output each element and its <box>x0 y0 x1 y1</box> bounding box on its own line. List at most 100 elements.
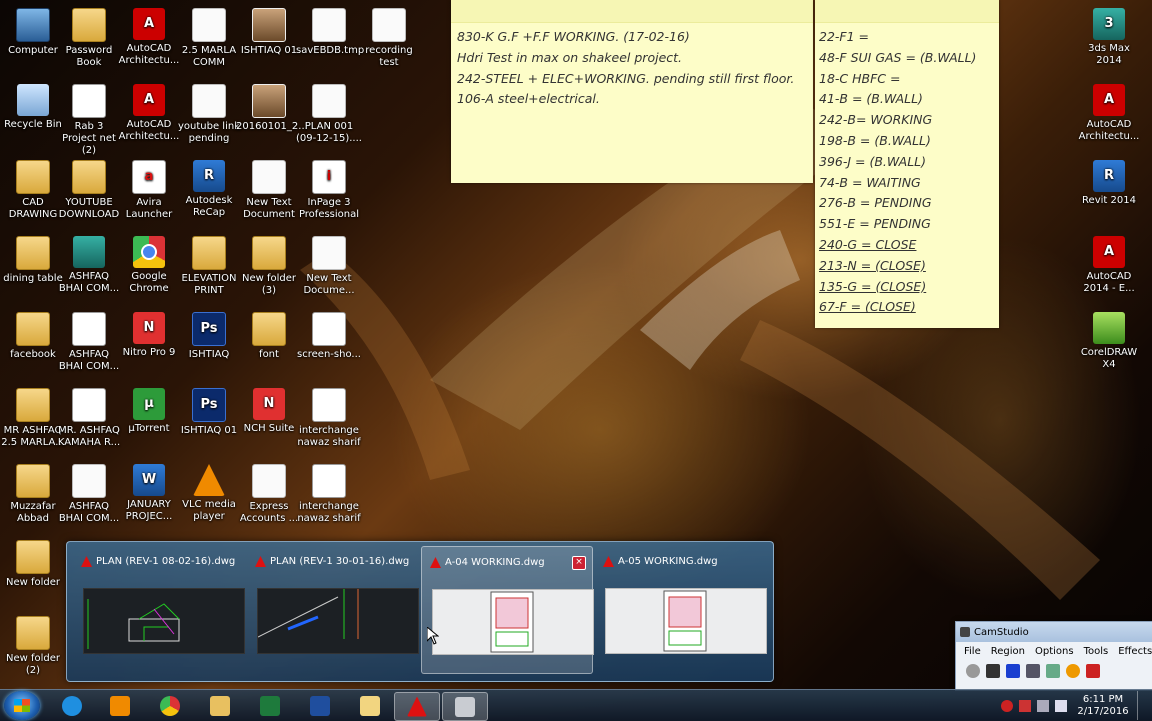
desktop-icon-20160101[interactable]: 20160101_2... <box>236 84 308 133</box>
stop-icon[interactable] <box>1006 664 1020 678</box>
taskbar-media-player[interactable] <box>98 692 142 719</box>
drawing-preview <box>432 589 594 655</box>
thumbnail-plan-rev1-30[interactable]: PLAN (REV-1 30-01-16).dwg <box>247 546 419 672</box>
desktop-icon-ashfaq-1[interactable]: ASHFAQ BHAI COM... <box>56 236 122 295</box>
autocad-icon <box>407 696 427 717</box>
clock[interactable]: 6:11 PM 2/17/2016 <box>1073 694 1133 718</box>
desktop-icon-ishtiaq-01[interactable]: ISHTIAQ 01 <box>236 8 302 57</box>
folder-icon <box>16 312 50 346</box>
sticky-note-left[interactable]: 830-K G.F +F.F WORKING. (17-02-16) Hdri … <box>451 0 813 183</box>
desktop-icon-autocad-arch-right[interactable]: A AutoCAD Architectu... <box>1076 84 1142 143</box>
thumbnail-a04-working[interactable]: A-04 WORKING.dwg × <box>421 546 594 674</box>
desktop-icon-plan-001[interactable]: PLAN 001 (09-12-15).... <box>296 84 362 145</box>
desktop-icon-nitro[interactable]: N Nitro Pro 9 <box>116 312 182 359</box>
inpage-icon: i <box>312 160 346 194</box>
region-icon[interactable] <box>1026 664 1040 678</box>
menu-tools[interactable]: Tools <box>1084 646 1109 657</box>
sticky-note-body[interactable]: 830-K G.F +F.F WORKING. (17-02-16) Hdri … <box>451 23 813 114</box>
desktop-icon-nch-suite[interactable]: N NCH Suite <box>236 388 302 435</box>
taskbar-word[interactable] <box>298 692 342 719</box>
menu-options[interactable]: Options <box>1035 646 1074 657</box>
network-icon[interactable] <box>1037 699 1049 712</box>
autocad-icon <box>255 556 266 567</box>
taskbar-autocad[interactable] <box>394 692 440 721</box>
desktop-icon-ashfaq-3[interactable]: ASHFAQ BHAI COM... <box>56 464 122 525</box>
desktop-icon-revit[interactable]: R Revit 2014 <box>1076 160 1142 207</box>
taskbar-internet-explorer[interactable] <box>50 692 94 719</box>
desktop-icon-new-folder[interactable]: New folder <box>0 540 66 589</box>
start-button[interactable] <box>4 691 40 720</box>
sticky-note-right[interactable]: 22-F1 = 48-F SUI GAS = (B.WALL) 18-C HBF… <box>815 0 999 328</box>
desktop-icon-express-accounts[interactable]: Express Accounts ... <box>236 464 302 525</box>
desktop-icon-elevation-print[interactable]: ELEVATION PRINT <box>176 236 242 297</box>
desktop-icon-january[interactable]: W JANUARY PROJEC... <box>116 464 182 523</box>
accounts-icon <box>252 464 286 498</box>
image-file-icon <box>312 312 346 346</box>
desktop-icon-utorrent[interactable]: µ µTorrent <box>116 388 182 435</box>
record-icon[interactable] <box>966 664 980 678</box>
desktop-icon-password-book[interactable]: Password Book <box>56 8 122 69</box>
desktop-icon-new-folder-2[interactable]: New folder (2) <box>0 616 66 677</box>
taskbar-camstudio[interactable] <box>442 692 488 721</box>
menu-file[interactable]: File <box>964 646 981 657</box>
desktop-icon-youtube-download[interactable]: YOUTUBE DOWNLOAD <box>56 160 122 221</box>
desktop-icon-font[interactable]: font <box>236 312 302 361</box>
sticky-note-body[interactable]: 22-F1 = 48-F SUI GAS = (B.WALL) 18-C HBF… <box>815 23 999 322</box>
folder-icon <box>16 540 50 574</box>
desktop-icon-new-text-doc[interactable]: New Text Document <box>236 160 302 221</box>
volume-icon[interactable] <box>1055 699 1067 712</box>
taskbar-folder[interactable] <box>348 692 392 719</box>
thumbnail-plan-rev1-08[interactable]: PLAN (REV-1 08-02-16).dwg <box>73 546 245 672</box>
desktop-icon-interchange-2[interactable]: interchange nawaz sharif <box>296 464 362 525</box>
desktop-icon-recap[interactable]: R Autodesk ReCap <box>176 160 242 219</box>
nitro-icon: N <box>133 312 165 344</box>
desktop-icon-mr-ashfaq-kamahar[interactable]: MR. ASHFAQ KAMAHA R... <box>56 388 122 449</box>
desktop-icon-ishtiaq-01-ps[interactable]: Ps ISHTIAQ 01 <box>176 388 242 437</box>
desktop-icon-ashfaq-2[interactable]: ASHFAQ BHAI COM... <box>56 312 122 373</box>
menu-region[interactable]: Region <box>991 646 1025 657</box>
tray-app-icon[interactable] <box>1019 699 1031 712</box>
taskbar-excel[interactable] <box>248 692 292 719</box>
desktop-icon-new-folder-3[interactable]: New folder (3) <box>236 236 302 297</box>
camstudio-titlebar[interactable]: CamStudio <box>956 622 1152 642</box>
camstudio-window[interactable]: CamStudio File Region Options Tools Effe… <box>955 621 1152 691</box>
camstudio-icon <box>455 696 475 717</box>
desktop-icon-rab3[interactable]: Rab 3 Project net (2) <box>56 84 122 157</box>
desktop-icon-recording-test[interactable]: recording test <box>356 8 422 69</box>
desktop-icon-youtube-link[interactable]: youtube link pending <box>176 84 242 145</box>
desktop-icon-inpage[interactable]: i InPage 3 Professional <box>296 160 362 221</box>
desktop-icon-chrome[interactable]: Google Chrome <box>116 236 182 295</box>
computer-icon <box>16 8 50 42</box>
desktop-icon-autocad-arch-1[interactable]: A AutoCAD Architectu... <box>116 8 182 67</box>
annotate-icon[interactable] <box>1086 664 1100 678</box>
autocad-icon: A <box>1093 84 1125 116</box>
desktop-icon-savebdb[interactable]: savEBDB.tmp <box>296 8 364 57</box>
desktop-icon-new-text-doc-2[interactable]: New Text Docume... <box>296 236 362 297</box>
sticky-note-titlebar[interactable] <box>815 0 999 23</box>
desktop-icon-vlc[interactable]: VLC media player <box>176 464 242 523</box>
desktop-icon-avira[interactable]: a Avira Launcher <box>116 160 182 221</box>
show-desktop-button[interactable] <box>1137 691 1148 720</box>
taskbar-file-explorer[interactable] <box>198 692 242 719</box>
desktop-icon-3ds-max[interactable]: 3 3ds Max 2014 <box>1076 8 1142 67</box>
pause-icon[interactable] <box>986 664 1000 678</box>
desktop-icon-interchange-1[interactable]: interchange nawaz sharif <box>296 388 362 449</box>
folder-icon <box>360 695 380 716</box>
autocad-icon <box>603 556 614 567</box>
desktop-icon-autocad-2014[interactable]: A AutoCAD 2014 - E... <box>1076 236 1142 295</box>
settings-icon[interactable] <box>1066 664 1080 678</box>
menu-effects[interactable]: Effects <box>1118 646 1152 657</box>
sticky-note-titlebar[interactable] <box>451 0 813 23</box>
tray-app-icon[interactable] <box>1001 699 1013 712</box>
thumbnail-a05-working[interactable]: A-05 WORKING.dwg <box>595 546 767 672</box>
desktop-icon-autocad-arch-2[interactable]: A AutoCAD Architectu... <box>116 84 182 143</box>
desktop-icon-coreldraw[interactable]: CorelDRAW X4 <box>1076 312 1142 371</box>
sticky-line: 22-F1 = <box>819 29 870 44</box>
taskbar-chrome[interactable] <box>148 692 192 719</box>
options-icon[interactable] <box>1046 664 1060 678</box>
camstudio-menubar: File Region Options Tools Effects <box>956 642 1152 660</box>
desktop-icon-ishtiaq-ps[interactable]: Ps ISHTIAQ <box>176 312 242 361</box>
desktop-icon-2-5-marla[interactable]: 2.5 MARLA COMM <box>176 8 242 69</box>
close-icon[interactable]: × <box>572 556 586 570</box>
desktop-icon-screen-shot[interactable]: screen-sho... <box>296 312 362 361</box>
